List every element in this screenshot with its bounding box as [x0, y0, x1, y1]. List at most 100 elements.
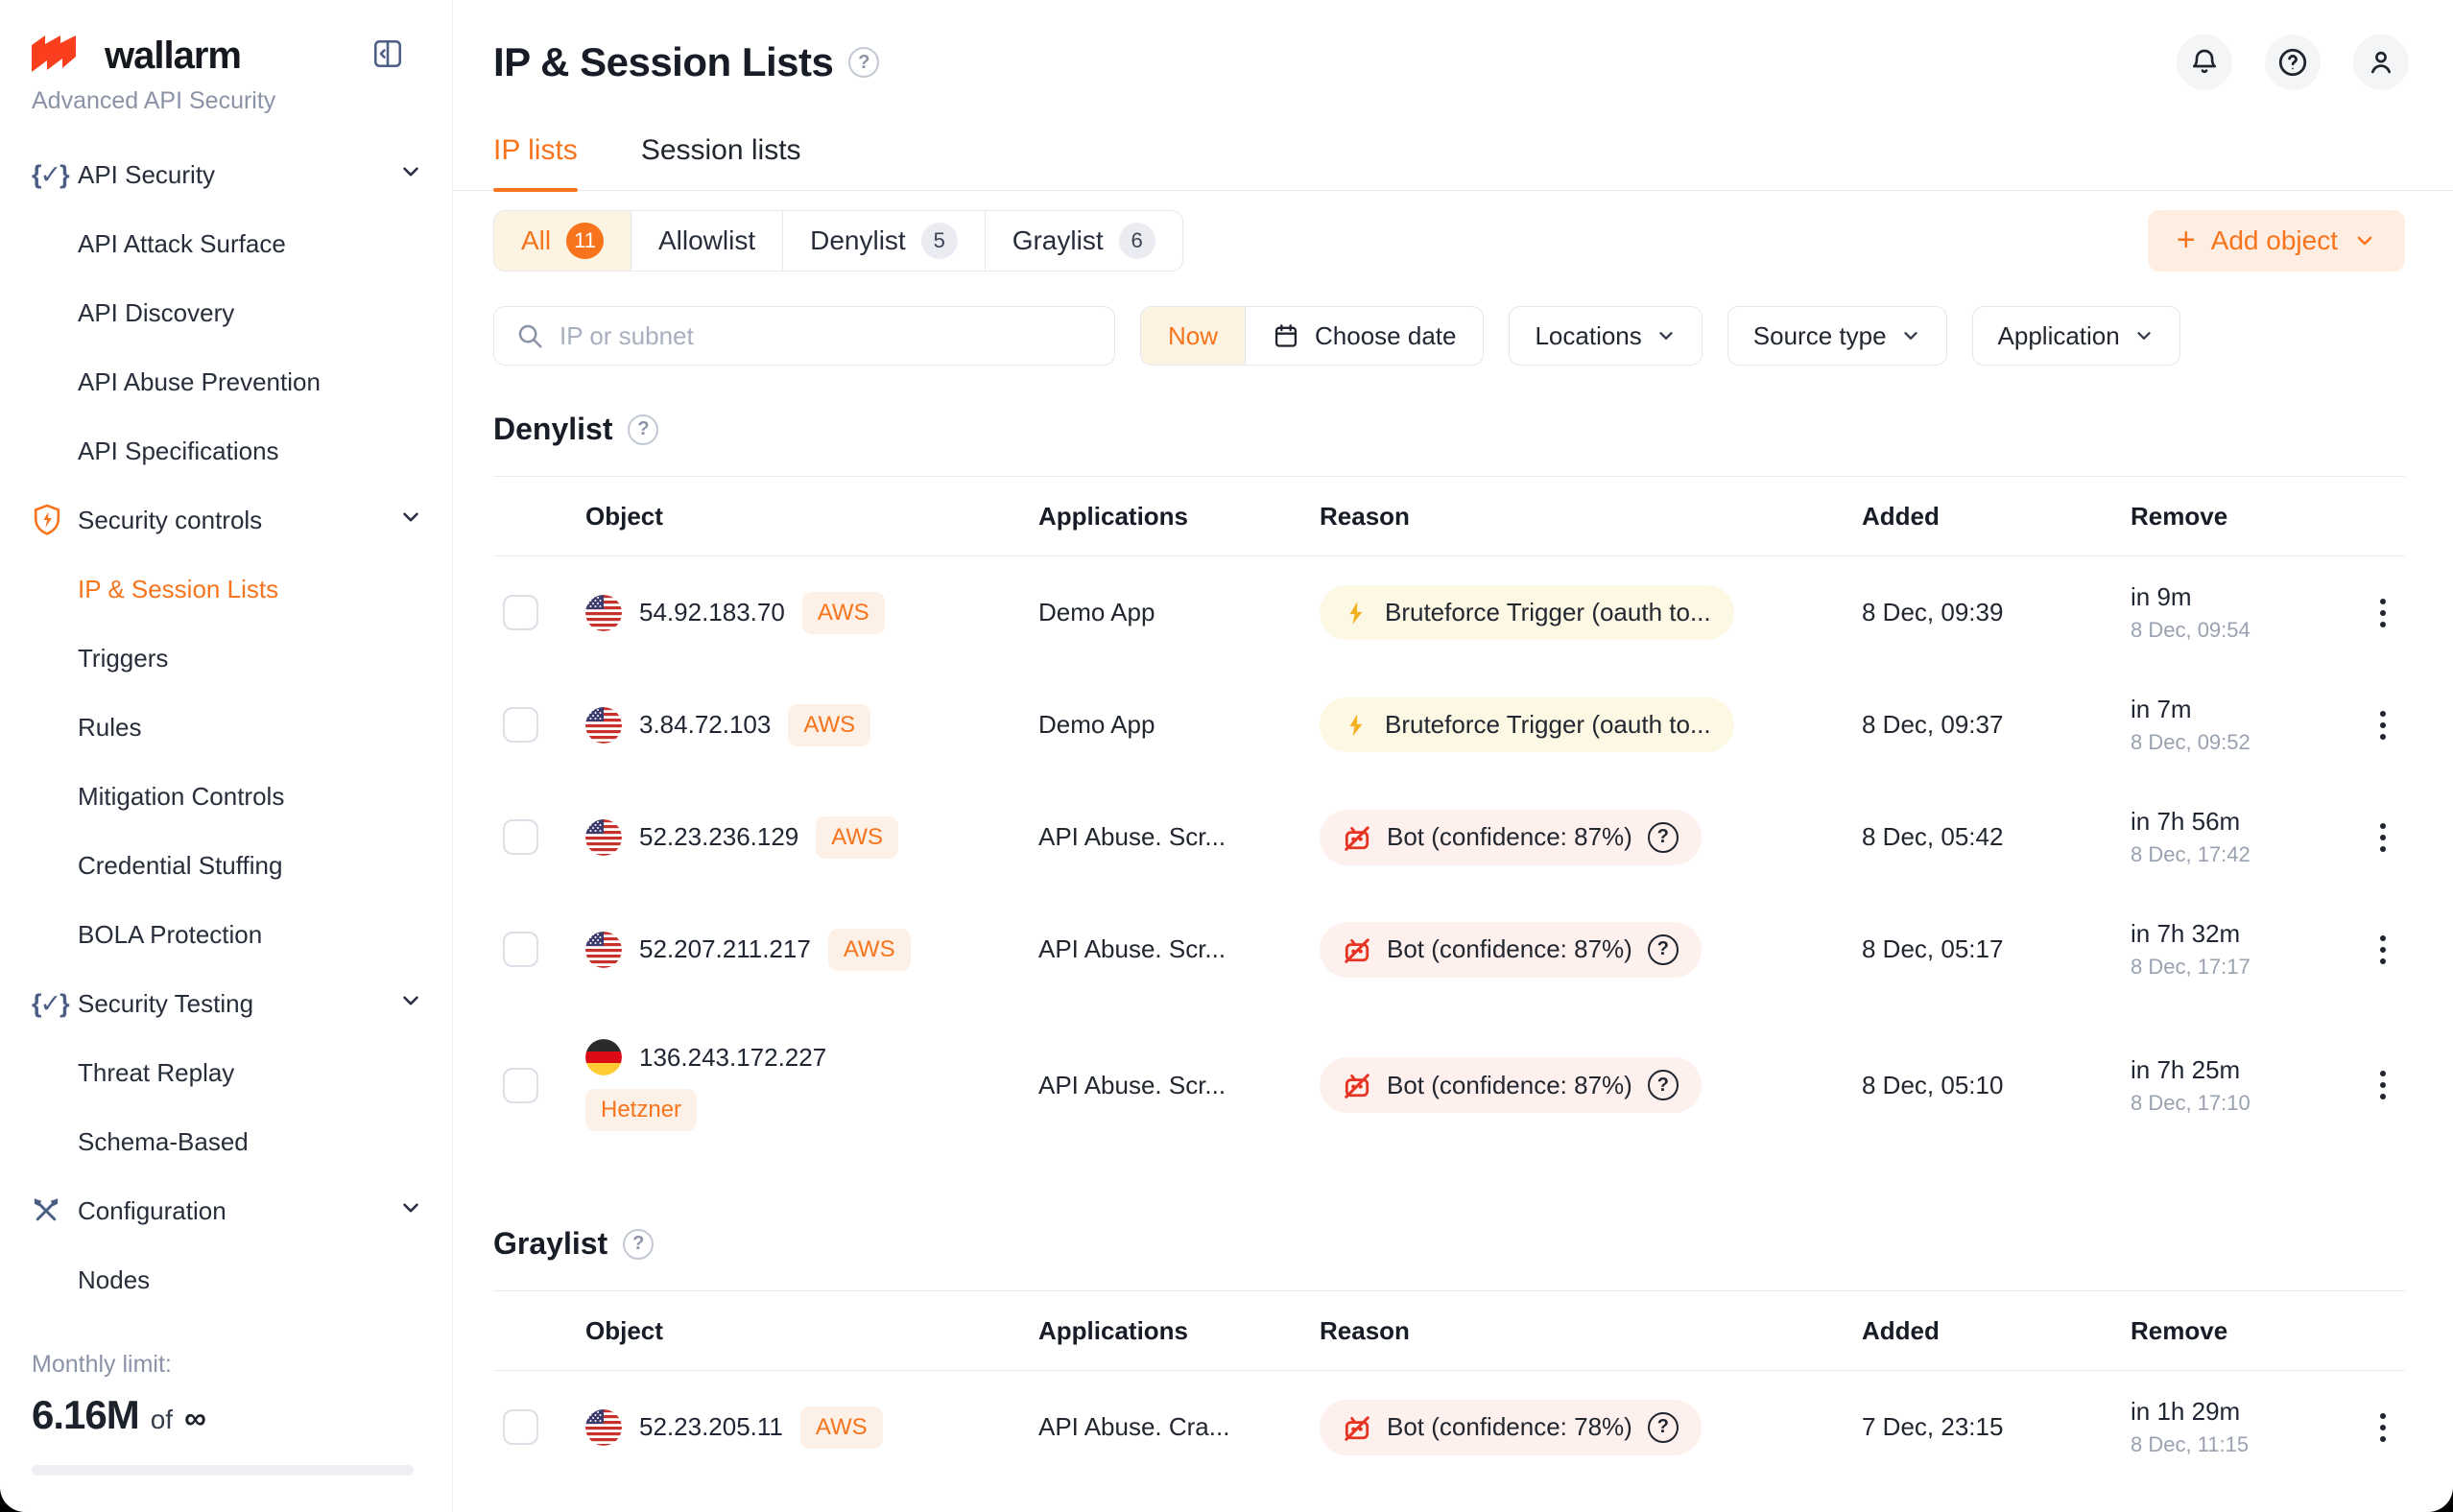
bot-blocked-icon: [1343, 1413, 1371, 1442]
notifications-button[interactable]: [2177, 35, 2232, 90]
reason-help-icon[interactable]: ?: [1648, 822, 1679, 853]
segment-allowlist[interactable]: Allowlist: [631, 211, 783, 271]
us-flag-icon: [585, 1409, 622, 1446]
sidebar-item-ip-session-lists[interactable]: IP & Session Lists: [32, 555, 452, 624]
table-row: 52.23.236.129 AWS API Abuse. Scr... Bot …: [493, 781, 2405, 893]
row-menu-icon[interactable]: [2372, 1063, 2393, 1107]
segment-all[interactable]: All 11: [494, 211, 631, 271]
added-cell: 8 Dec, 05:10: [1862, 1071, 2131, 1100]
sidebar-item-threat-replay[interactable]: Threat Replay: [32, 1038, 452, 1107]
bolt-icon: [1343, 600, 1369, 626]
row-checkbox[interactable]: [503, 1409, 538, 1445]
locations-dropdown[interactable]: Locations: [1509, 306, 1702, 366]
account-button[interactable]: [2353, 35, 2409, 90]
row-menu-icon[interactable]: [2372, 591, 2393, 635]
page-title: IP & Session Lists: [493, 39, 833, 85]
sidebar-item-credential-stuffing[interactable]: Credential Stuffing: [32, 831, 452, 900]
col-remove: Remove: [2131, 502, 2361, 532]
ip-address: 52.207.211.217: [639, 934, 811, 964]
chevron-down-icon: [398, 1195, 423, 1227]
row-menu-icon[interactable]: [2372, 703, 2393, 747]
col-added: Added: [1862, 1316, 2131, 1346]
bot-blocked-icon: [1343, 823, 1371, 852]
tab-ip-lists[interactable]: IP lists: [493, 134, 578, 190]
date-now-segment[interactable]: Now: [1141, 307, 1246, 365]
ip-address: 52.23.236.129: [639, 822, 798, 852]
col-applications: Applications: [1038, 502, 1320, 532]
search-input[interactable]: [560, 321, 1093, 351]
denylist-help-icon[interactable]: ?: [628, 414, 658, 445]
applications-cell: Demo App: [1038, 598, 1320, 627]
table-header: Object Applications Reason Added Remove: [493, 476, 2405, 556]
list-filter-segments: All 11 Allowlist Denylist 5 Graylist 6: [493, 210, 1183, 272]
table-row: 52.23.205.11 AWS API Abuse. Cra... Bot (…: [493, 1371, 2405, 1483]
sidebar-item-mitigation-controls[interactable]: Mitigation Controls: [32, 762, 452, 831]
application-dropdown[interactable]: Application: [1972, 306, 2180, 366]
reason-help-icon[interactable]: ?: [1648, 934, 1679, 965]
sidebar-item-api-attack-surface[interactable]: API Attack Surface: [32, 209, 452, 278]
us-flag-icon: [585, 595, 622, 631]
sidebar-item-nodes[interactable]: Nodes: [32, 1245, 452, 1314]
reason-badge: Bruteforce Trigger (oauth to...: [1320, 585, 1734, 640]
add-object-button[interactable]: + Add object: [2148, 210, 2405, 272]
braces-check-icon: {✓}: [32, 160, 78, 190]
table-row: 52.207.211.217 AWS API Abuse. Scr... Bot…: [493, 893, 2405, 1005]
page-help-icon[interactable]: ?: [848, 47, 879, 78]
de-flag-icon: [585, 1039, 622, 1075]
sidebar-item-api-abuse-prevention[interactable]: API Abuse Prevention: [32, 347, 452, 416]
bot-blocked-icon: [1343, 935, 1371, 964]
sidebar-nav: {✓} API Security API Attack Surface API …: [32, 140, 452, 1314]
row-menu-icon[interactable]: [2372, 815, 2393, 860]
col-remove: Remove: [2131, 1316, 2361, 1346]
graylist-section: Graylist ? Object Applications Reason Ad…: [493, 1226, 2405, 1483]
sidebar-item-bola-protection[interactable]: BOLA Protection: [32, 900, 452, 969]
sidebar-item-triggers[interactable]: Triggers: [32, 624, 452, 693]
main-area: IP & Session Lists ? IP lists Session li…: [453, 0, 2453, 1512]
sidebar: wallarm Advanced API Security {✓} API Se…: [0, 0, 453, 1512]
chevron-down-icon: [2353, 229, 2376, 252]
sidebar-item-configuration[interactable]: Configuration: [32, 1176, 452, 1245]
sidebar-item-rules[interactable]: Rules: [32, 693, 452, 762]
sidebar-item-security-testing[interactable]: {✓} Security Testing: [32, 969, 452, 1038]
tab-session-lists[interactable]: Session lists: [641, 134, 801, 190]
choose-date-segment[interactable]: Choose date: [1246, 307, 1483, 365]
row-checkbox[interactable]: [503, 1068, 538, 1103]
sidebar-item-api-discovery[interactable]: API Discovery: [32, 278, 452, 347]
sidebar-item-api-specifications[interactable]: API Specifications: [32, 416, 452, 485]
collapse-sidebar-icon[interactable]: [371, 37, 404, 75]
chevron-down-icon: [398, 505, 423, 536]
reason-help-icon[interactable]: ?: [1648, 1070, 1679, 1100]
list-type-tabs: IP lists Session lists: [453, 134, 2453, 191]
table-header: Object Applications Reason Added Remove: [493, 1290, 2405, 1371]
remove-cell: in 7m 8 Dec, 09:52: [2131, 695, 2361, 755]
col-reason: Reason: [1320, 1316, 1862, 1346]
added-cell: 8 Dec, 05:17: [1862, 934, 2131, 964]
sidebar-item-security-controls[interactable]: Security controls: [32, 485, 452, 555]
graylist-help-icon[interactable]: ?: [623, 1229, 654, 1260]
row-checkbox[interactable]: [503, 707, 538, 743]
count-badge: 11: [566, 223, 604, 259]
sidebar-item-schema-based[interactable]: Schema-Based: [32, 1107, 452, 1176]
source-tag: AWS: [816, 816, 898, 859]
plus-icon: +: [2177, 224, 2196, 256]
product-subtitle: Advanced API Security: [32, 87, 452, 115]
help-button[interactable]: [2265, 35, 2321, 90]
sidebar-item-api-security[interactable]: {✓} API Security: [32, 140, 452, 209]
segment-denylist[interactable]: Denylist 5: [783, 211, 986, 271]
source-type-dropdown[interactable]: Source type: [1727, 306, 1947, 366]
ip-address: 3.84.72.103: [639, 710, 771, 740]
chevron-down-icon: [2133, 325, 2155, 346]
row-checkbox[interactable]: [503, 819, 538, 855]
col-object: Object: [585, 1316, 1038, 1346]
row-checkbox[interactable]: [503, 595, 538, 630]
remove-cell: in 1h 29m 8 Dec, 11:15: [2131, 1397, 2361, 1457]
row-menu-icon[interactable]: [2372, 1406, 2393, 1450]
wallarm-logo-icon: [32, 35, 91, 78]
remove-cell: in 7h 32m 8 Dec, 17:17: [2131, 919, 2361, 980]
col-reason: Reason: [1320, 502, 1862, 532]
row-menu-icon[interactable]: [2372, 928, 2393, 972]
segment-graylist[interactable]: Graylist 6: [986, 211, 1182, 271]
reason-badge: Bot (confidence: 87%) ?: [1320, 1057, 1702, 1113]
reason-help-icon[interactable]: ?: [1648, 1412, 1679, 1443]
row-checkbox[interactable]: [503, 932, 538, 967]
